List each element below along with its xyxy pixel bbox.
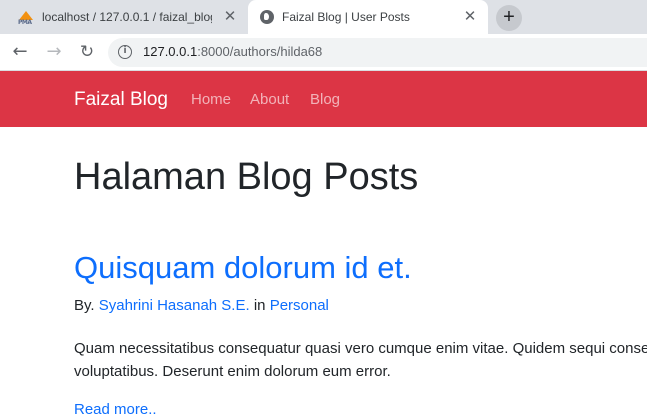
browser-toolbar: ← → ↻ i 127.0.0.1:8000/authors/hilda68 [0, 34, 647, 71]
by-label: By. [74, 297, 95, 314]
tab-title: localhost / 127.0.0.1 / faizal_blog [42, 10, 212, 24]
new-tab-button[interactable]: + [496, 5, 522, 31]
nav-link-blog[interactable]: Blog [310, 91, 340, 108]
site-info-icon[interactable]: i [118, 45, 132, 59]
in-label: in [253, 297, 266, 314]
forward-arrow-icon[interactable]: → [42, 41, 66, 65]
excerpt-line: voluptatibus. Deserunt enim dolorum eum … [74, 363, 391, 380]
category-link[interactable]: Personal [270, 297, 329, 314]
nav-link-about[interactable]: About [250, 91, 289, 108]
post-excerpt: Quam necessitatibus consequatur quasi ve… [74, 337, 647, 383]
close-tab-icon[interactable]: ✕ [222, 9, 238, 25]
globe-icon [260, 10, 274, 24]
back-arrow-icon[interactable]: ← [8, 41, 32, 65]
read-more-link[interactable]: Read more.. [74, 401, 157, 418]
tab-title: Faizal Blog | User Posts [282, 10, 410, 24]
phpmyadmin-icon: PMA [18, 9, 34, 26]
author-link[interactable]: Syahrini Hasanah S.E. [99, 297, 250, 314]
browser-tab-user-posts[interactable]: Faizal Blog | User Posts ✕ [248, 0, 488, 34]
excerpt-line: Quam necessitatibus consequatur quasi ve… [74, 340, 647, 357]
url-path: :8000/authors/hilda68 [197, 44, 323, 59]
url-text: 127.0.0.1:8000/authors/hilda68 [143, 44, 322, 59]
page-title: Halaman Blog Posts [74, 156, 419, 198]
site-navbar: Faizal Blog Home About Blog [0, 71, 647, 127]
url-host: 127.0.0.1 [143, 44, 198, 59]
browser-tab-strip: PMA localhost / 127.0.0.1 / faizal_blog … [0, 0, 647, 34]
navbar-brand[interactable]: Faizal Blog [74, 89, 168, 111]
reload-icon[interactable]: ↻ [75, 41, 99, 65]
nav-link-home[interactable]: Home [191, 91, 231, 108]
browser-tab-phpmyadmin[interactable]: PMA localhost / 127.0.0.1 / faizal_blog … [8, 0, 248, 34]
post-title-link[interactable]: Quisquam dolorum id et. [74, 250, 412, 286]
post-meta: By. Syahrini Hasanah S.E. in Personal [74, 297, 329, 314]
address-bar[interactable]: i 127.0.0.1:8000/authors/hilda68 [108, 38, 647, 67]
close-tab-icon[interactable]: ✕ [462, 9, 478, 25]
